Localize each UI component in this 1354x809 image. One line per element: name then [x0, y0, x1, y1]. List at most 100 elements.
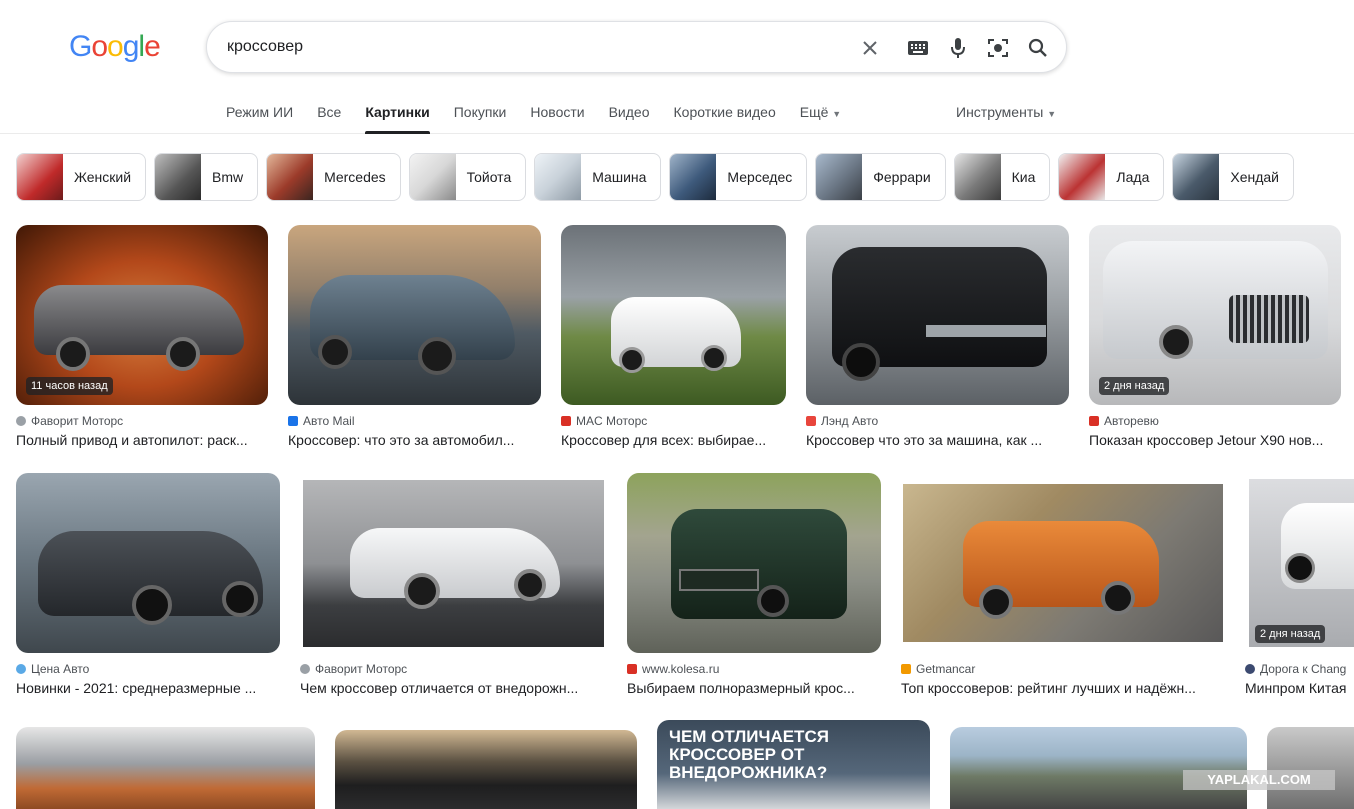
chip-ferrari[interactable]: Феррари	[815, 153, 946, 201]
chip-label: Хендай	[1230, 169, 1279, 185]
wheel-shape	[418, 337, 456, 375]
chip-car[interactable]: Машина	[534, 153, 662, 201]
favicon-icon	[300, 664, 310, 674]
watermark: YAPLAKAL.COM	[1183, 770, 1335, 790]
result-title[interactable]: Минпром Китая	[1245, 680, 1354, 696]
result-image[interactable]: 11 часов назад	[16, 225, 268, 405]
result-source[interactable]: Фаворит Моторс	[16, 414, 268, 428]
search-icon[interactable]	[1024, 34, 1052, 62]
chip-label: Mercedes	[324, 169, 386, 185]
wheel-shape	[1101, 581, 1135, 615]
result-title[interactable]: Показан кроссовер Jetour X90 нов...	[1089, 432, 1341, 448]
result-source[interactable]: Фаворит Моторс	[300, 662, 607, 676]
result-source[interactable]: Дорога к Chang	[1245, 662, 1354, 676]
wheel-shape	[166, 337, 200, 371]
image-result[interactable]: Цена Авто Новинки - 2021: среднеразмерны…	[16, 473, 280, 696]
result-source[interactable]: MAC Моторс	[561, 414, 786, 428]
chip-bmw[interactable]: Bmw	[154, 153, 259, 201]
search-input[interactable]	[227, 34, 847, 60]
wheel-shape	[56, 337, 90, 371]
wheel-shape	[842, 343, 880, 381]
wheel-shape	[701, 345, 727, 371]
result-image[interactable]	[806, 225, 1069, 405]
result-title[interactable]: Новинки - 2021: среднеразмерные ...	[16, 680, 280, 696]
image-result[interactable]: MAC Моторс Кроссовер для всех: выбирае..…	[561, 225, 786, 448]
image-result[interactable]	[16, 727, 315, 809]
result-source[interactable]: Getmancar	[901, 662, 1225, 676]
result-image[interactable]	[300, 473, 607, 653]
result-source[interactable]: Авторевю	[1089, 414, 1341, 428]
result-image[interactable]: 2 дня назад	[1245, 473, 1354, 653]
result-title[interactable]: Кроссовер для всех: выбирае...	[561, 432, 786, 448]
tab-shopping[interactable]: Покупки	[454, 98, 507, 134]
chip-lada[interactable]: Лада	[1058, 153, 1165, 201]
image-result[interactable]: Лэнд Авто Кроссовер что это за машина, к…	[806, 225, 1069, 448]
image-result[interactable]	[950, 727, 1247, 809]
result-image[interactable]	[627, 473, 881, 653]
source-name: MAC Моторс	[576, 414, 648, 428]
source-name: Дорога к Chang	[1260, 662, 1347, 676]
google-logo[interactable]: Google	[69, 30, 161, 64]
result-image[interactable]	[16, 473, 280, 653]
favicon-icon	[627, 664, 637, 674]
chip-mercedes[interactable]: Mercedes	[266, 153, 401, 201]
chip-toyota[interactable]: Тойота	[408, 153, 527, 201]
result-image[interactable]	[901, 473, 1225, 653]
chip-hyundai[interactable]: Хендай	[1172, 153, 1294, 201]
result-source[interactable]: Цена Авто	[16, 662, 280, 676]
image-result[interactable]: 2 дня назад Авторевю Показан кроссовер J…	[1089, 225, 1341, 448]
tab-video[interactable]: Видео	[609, 98, 650, 134]
result-image[interactable]: 2 дня назад	[1089, 225, 1341, 405]
image-result[interactable]	[1267, 727, 1354, 809]
tab-more-label: Ещё	[799, 104, 829, 120]
image-result[interactable]	[335, 730, 637, 809]
result-source[interactable]: www.kolesa.ru	[627, 662, 881, 676]
result-title[interactable]: Выбираем полноразмерный крос...	[627, 680, 881, 696]
source-name: Цена Авто	[31, 662, 90, 676]
source-name: Лэнд Авто	[821, 414, 879, 428]
image-result[interactable]: 2 дня назад Дорога к Chang Минпром Китая	[1245, 473, 1354, 696]
result-title[interactable]: Кроссовер что это за машина, как ...	[806, 432, 1069, 448]
result-title[interactable]: Полный привод и автопилот: раск...	[16, 432, 268, 448]
image-result[interactable]: www.kolesa.ru Выбираем полноразмерный кр…	[627, 473, 881, 696]
tab-short-videos[interactable]: Короткие видео	[674, 98, 776, 134]
source-name: Авто Mail	[303, 414, 355, 428]
microphone-icon[interactable]	[944, 34, 972, 62]
tab-more[interactable]: Ещё ▼	[800, 98, 841, 134]
wheel-shape	[1285, 553, 1315, 583]
favicon-icon	[1089, 416, 1099, 426]
chip-female[interactable]: Женский	[16, 153, 147, 201]
result-title[interactable]: Кроссовер: что это за автомобил...	[288, 432, 541, 448]
chip-thumbnail	[954, 154, 1001, 200]
chip-kia[interactable]: Киа	[953, 153, 1051, 201]
time-badge: 2 дня назад	[1099, 377, 1170, 395]
tab-ai-mode[interactable]: Режим ИИ	[226, 98, 293, 134]
chip-label: Мерседес	[727, 169, 793, 185]
tab-all[interactable]: Все	[317, 98, 341, 134]
image-result[interactable]: 11 часов назад Фаворит Моторс Полный при…	[16, 225, 268, 448]
result-source[interactable]: Лэнд Авто	[806, 414, 1069, 428]
result-title[interactable]: Топ кроссоверов: рейтинг лучших и надёжн…	[901, 680, 1225, 696]
wheel-shape	[757, 585, 789, 617]
result-title[interactable]: Чем кроссовер отличается от внедорожн...	[300, 680, 607, 696]
chip-thumbnail	[1059, 154, 1106, 200]
tools-button[interactable]: Инструменты ▼	[956, 104, 1056, 120]
wheel-shape	[404, 573, 440, 609]
image-result[interactable]: ЧЕМ ОТЛИЧАЕТСЯ КРОССОВЕР ОТ ВНЕДОРОЖНИКА…	[657, 720, 930, 809]
result-source[interactable]: Авто Mail	[288, 414, 541, 428]
image-result[interactable]: Getmancar Топ кроссоверов: рейтинг лучши…	[901, 473, 1225, 696]
wheel-shape	[979, 585, 1013, 619]
tab-images[interactable]: Картинки	[365, 98, 431, 134]
favicon-icon	[901, 664, 911, 674]
favicon-icon	[16, 416, 26, 426]
tab-news[interactable]: Новости	[530, 98, 584, 134]
keyboard-icon[interactable]	[904, 34, 932, 62]
image-result[interactable]: Авто Mail Кроссовер: что это за автомоби…	[288, 225, 541, 448]
result-image[interactable]	[561, 225, 786, 405]
chip-mercedes-ru[interactable]: Мерседес	[669, 153, 808, 201]
image-result[interactable]: Фаворит Моторс Чем кроссовер отличается …	[300, 473, 607, 696]
lens-icon[interactable]	[984, 34, 1012, 62]
search-tabs: Режим ИИ Все Картинки Покупки Новости Ви…	[226, 98, 865, 134]
result-image[interactable]	[288, 225, 541, 405]
clear-icon[interactable]	[856, 34, 884, 62]
